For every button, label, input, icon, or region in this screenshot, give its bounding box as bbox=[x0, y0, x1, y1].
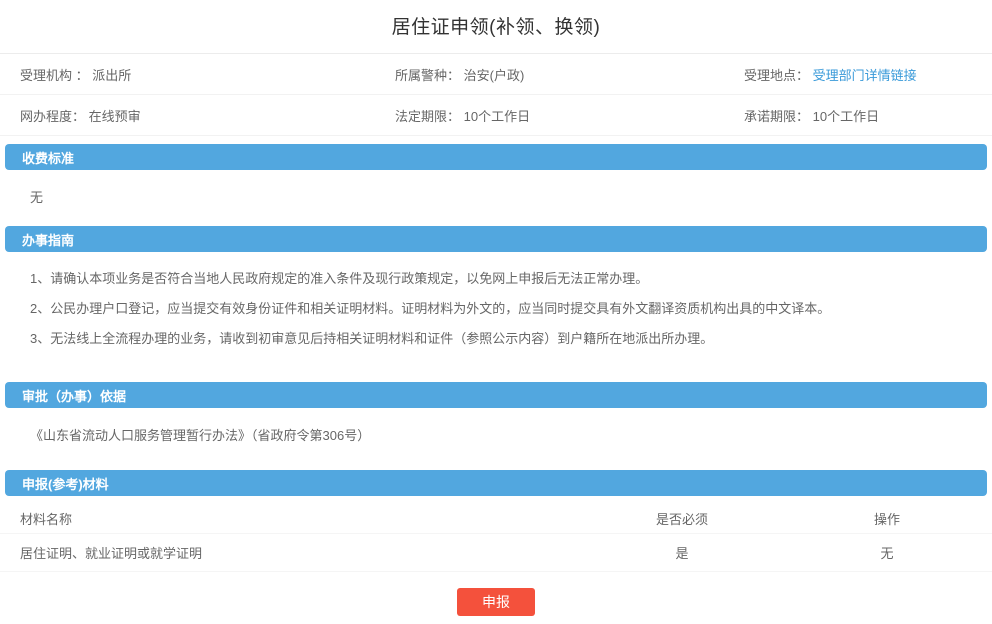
guide-item-1: 1、请确认本项业务是否符合当地人民政府规定的准入条件及现行政策规定，以免网上申报… bbox=[30, 264, 992, 294]
online-level-label: 网办程度： bbox=[20, 109, 85, 124]
accept-place-detail-link[interactable]: 受理部门详情链接 bbox=[813, 68, 917, 83]
footer-actions: 申报 bbox=[0, 588, 992, 616]
accept-place-cell: 受理地点： 受理部门详情链接 bbox=[744, 65, 992, 84]
section-title-basis: 审批（办事）依据 bbox=[22, 386, 126, 405]
legal-limit-label: 法定期限： bbox=[395, 109, 460, 124]
online-level-value: 在线预审 bbox=[89, 109, 141, 124]
service-info-block: 受理机构 ： 派出所 所属警种： 治安(户政) 受理地点： 受理部门详情链接 网… bbox=[0, 53, 992, 136]
header-operation: 操作 bbox=[782, 509, 992, 528]
fee-content: 无 bbox=[0, 170, 992, 206]
cell-operation: 无 bbox=[782, 543, 992, 562]
promise-limit-value: 10个工作日 bbox=[813, 109, 879, 124]
promise-limit-label: 承诺期限： bbox=[744, 109, 809, 124]
cell-material-name: 居住证明、就业证明或就学证明 bbox=[0, 543, 582, 562]
guide-list: 1、请确认本项业务是否符合当地人民政府规定的准入条件及现行政策规定，以免网上申报… bbox=[0, 252, 992, 354]
header-required: 是否必须 bbox=[582, 509, 782, 528]
guide-item-3: 3、无法线上全流程办理的业务，请收到初审意见后持相关证明材料和证件（参照公示内容… bbox=[30, 324, 992, 354]
online-level-cell: 网办程度： 在线预审 bbox=[0, 106, 375, 125]
section-title-fee: 收费标准 bbox=[22, 148, 74, 167]
header-material-name: 材料名称 bbox=[0, 509, 582, 528]
table-row: 居住证明、就业证明或就学证明 是 无 bbox=[0, 534, 992, 572]
guide-item-2: 2、公民办理户口登记，应当提交有效身份证件和相关证明材料。证明材料为外文的，应当… bbox=[30, 294, 992, 324]
page-title: 居住证申领(补领、换领) bbox=[0, 0, 992, 53]
materials-table: 材料名称 是否必须 操作 居住证明、就业证明或就学证明 是 无 bbox=[0, 504, 992, 572]
basis-content: 《山东省流动人口服务管理暂行办法》（省政府令第306号） bbox=[0, 408, 992, 444]
section-title-guide: 办事指南 bbox=[22, 230, 74, 249]
section-header-guide: 办事指南 bbox=[5, 226, 987, 252]
materials-table-header: 材料名称 是否必须 操作 bbox=[0, 504, 992, 534]
apply-button[interactable]: 申报 bbox=[457, 588, 535, 616]
section-header-materials: 申报(参考)材料 bbox=[5, 470, 987, 496]
promise-limit-cell: 承诺期限： 10个工作日 bbox=[744, 106, 992, 125]
accept-place-label: 受理地点： bbox=[744, 68, 809, 83]
info-row-2: 网办程度： 在线预审 法定期限： 10个工作日 承诺期限： 10个工作日 bbox=[0, 95, 992, 136]
cell-required: 是 bbox=[582, 543, 782, 562]
accept-org-cell: 受理机构 ： 派出所 bbox=[0, 65, 375, 84]
accept-org-value: 派出所 bbox=[92, 68, 131, 83]
section-header-fee: 收费标准 bbox=[5, 144, 987, 170]
section-title-materials: 申报(参考)材料 bbox=[22, 474, 109, 493]
legal-limit-cell: 法定期限： 10个工作日 bbox=[375, 106, 744, 125]
legal-limit-value: 10个工作日 bbox=[464, 109, 530, 124]
police-type-value: 治安(户政) bbox=[464, 68, 525, 83]
accept-org-label: 受理机构 ： bbox=[20, 68, 89, 83]
service-detail-page: 居住证申领(补领、换领) 受理机构 ： 派出所 所属警种： 治安(户政) 受理地… bbox=[0, 0, 992, 624]
police-type-label: 所属警种： bbox=[395, 68, 460, 83]
police-type-cell: 所属警种： 治安(户政) bbox=[375, 65, 744, 84]
info-row-1: 受理机构 ： 派出所 所属警种： 治安(户政) 受理地点： 受理部门详情链接 bbox=[0, 54, 992, 95]
section-header-basis: 审批（办事）依据 bbox=[5, 382, 987, 408]
